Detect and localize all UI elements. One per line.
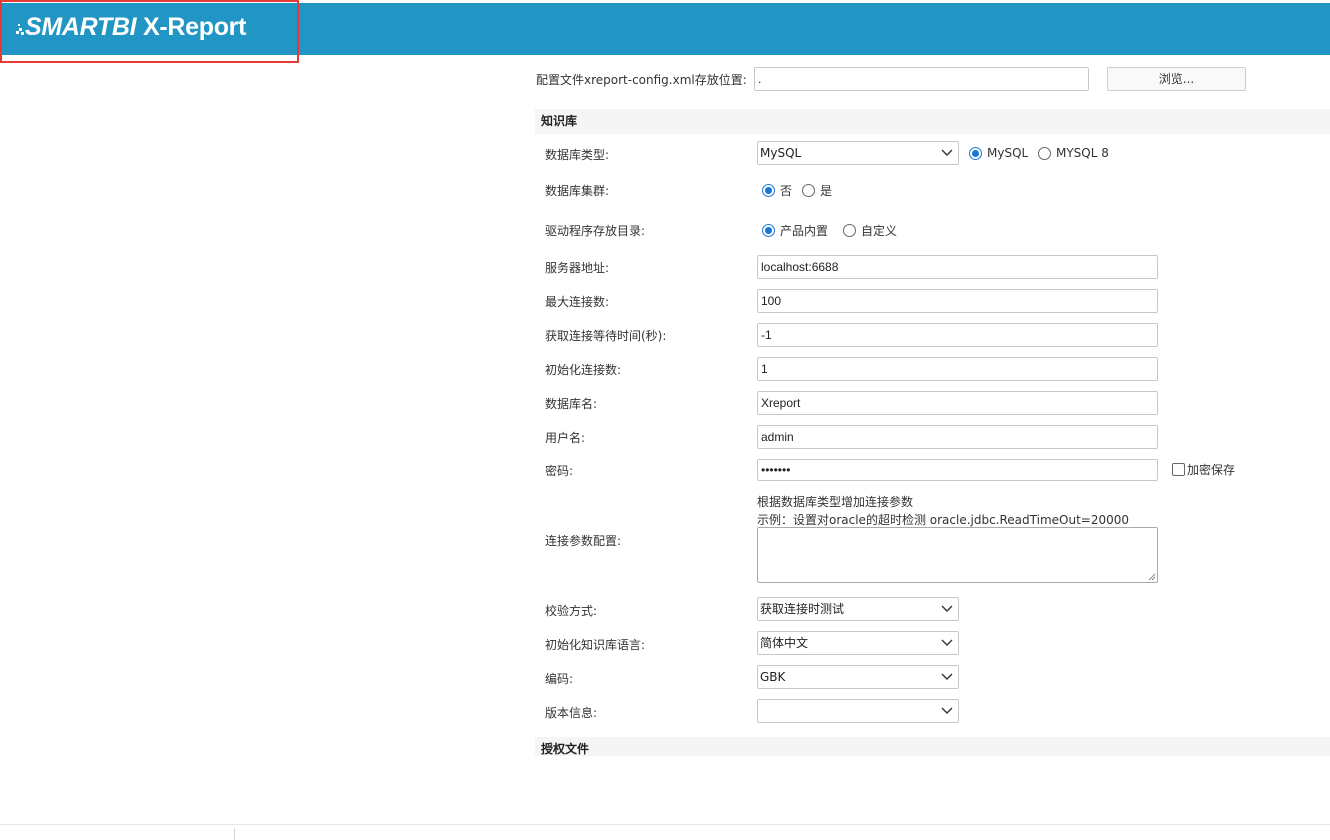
radio-driver-builtin[interactable]: 产品内置 xyxy=(762,222,828,239)
radio-driver-builtin-label: 产品内置 xyxy=(780,224,829,238)
db-type-value: MySQL xyxy=(760,146,802,160)
radio-mysql8[interactable]: MYSQL 8 xyxy=(1038,146,1109,160)
max-connections-input[interactable]: 100 xyxy=(757,289,1158,313)
wait-time-input[interactable]: -1 xyxy=(757,323,1158,347)
section-license: 授权文件 xyxy=(535,737,1330,756)
chevron-down-icon xyxy=(941,605,953,612)
version-select[interactable] xyxy=(757,699,959,723)
init-language-value: 简体中文 xyxy=(760,636,809,650)
db-type-select[interactable]: MySQL xyxy=(757,141,959,165)
server-address-label: 服务器地址: xyxy=(545,261,610,275)
radio-dot-icon xyxy=(802,184,815,197)
encoding-label: 编码: xyxy=(545,672,574,686)
validation-label: 校验方式: xyxy=(545,604,598,618)
db-cluster-label: 数据库集群: xyxy=(545,184,610,198)
password-input[interactable]: ••••••• xyxy=(757,459,1158,481)
radio-dot-icon xyxy=(762,224,775,237)
init-language-label: 初始化知识库语言: xyxy=(545,638,646,652)
section-knowledge-base: 知识库 xyxy=(535,109,1330,134)
validation-select[interactable]: 获取连接时测试 xyxy=(757,597,959,621)
browse-button[interactable]: 浏览... xyxy=(1107,67,1246,91)
validation-value: 获取连接时测试 xyxy=(760,602,845,616)
config-path-input[interactable]: . xyxy=(754,67,1089,91)
logo-dots-icon xyxy=(16,21,24,35)
init-connections-label: 初始化连接数: xyxy=(545,363,622,377)
chevron-down-icon xyxy=(941,673,953,680)
radio-cluster-no[interactable]: 否 xyxy=(762,182,792,199)
init-connections-input[interactable]: 1 xyxy=(757,357,1158,381)
db-type-label: 数据库类型: xyxy=(545,148,610,162)
radio-cluster-yes-label: 是 xyxy=(820,184,833,198)
chevron-down-icon xyxy=(941,707,953,714)
radio-mysql8-label: MYSQL 8 xyxy=(1056,146,1109,160)
radio-mysql-label: MySQL xyxy=(987,146,1029,160)
encoding-select[interactable]: GBK xyxy=(757,665,959,689)
logo-brand: SMARTBI xyxy=(25,13,137,41)
conn-params-hint: 根据数据库类型增加连接参数 xyxy=(757,495,914,509)
footer-separator xyxy=(234,828,235,840)
wait-time-label: 获取连接等待时间(秒): xyxy=(545,329,667,343)
server-address-input[interactable]: localhost:6688 xyxy=(757,255,1158,279)
password-label: 密码: xyxy=(545,464,574,478)
app-logo: SMARTBI X-Report xyxy=(16,13,246,42)
conn-params-example: 示例：设置对oracle的超时检测 oracle.jdbc.ReadTimeOu… xyxy=(757,513,1130,527)
radio-driver-custom[interactable]: 自定义 xyxy=(843,222,897,239)
username-input[interactable]: admin xyxy=(757,425,1158,449)
radio-cluster-no-label: 否 xyxy=(780,184,793,198)
username-label: 用户名: xyxy=(545,431,586,445)
resize-handle-icon[interactable] xyxy=(1148,573,1156,581)
radio-mysql[interactable]: MySQL xyxy=(969,146,1028,160)
conn-params-label: 连接参数配置: xyxy=(545,534,622,548)
radio-cluster-yes[interactable]: 是 xyxy=(802,182,832,199)
logo-highlight-box: SMARTBI X-Report xyxy=(0,0,299,63)
db-name-input[interactable]: Xreport xyxy=(757,391,1158,415)
checkbox-icon xyxy=(1172,463,1185,476)
encrypt-save-checkbox[interactable]: 加密保存 xyxy=(1172,461,1235,478)
footer-divider xyxy=(0,824,1330,825)
version-label: 版本信息: xyxy=(545,706,598,720)
max-connections-label: 最大连接数: xyxy=(545,295,610,309)
chevron-down-icon xyxy=(941,149,953,156)
config-path-label: 配置文件xreport-config.xml存放位置: xyxy=(536,73,747,87)
chevron-down-icon xyxy=(941,639,953,646)
encrypt-save-label: 加密保存 xyxy=(1187,463,1236,477)
radio-dot-icon xyxy=(1038,146,1051,160)
conn-params-textarea[interactable] xyxy=(757,527,1158,583)
logo-product: X-Report xyxy=(142,13,247,41)
radio-dot-icon xyxy=(969,146,982,160)
encoding-value: GBK xyxy=(760,670,786,684)
radio-driver-custom-label: 自定义 xyxy=(861,224,898,238)
db-name-label: 数据库名: xyxy=(545,397,598,411)
driver-dir-label: 驱动程序存放目录: xyxy=(545,224,646,238)
radio-dot-icon xyxy=(843,224,856,237)
radio-dot-icon xyxy=(762,184,775,197)
init-language-select[interactable]: 简体中文 xyxy=(757,631,959,655)
